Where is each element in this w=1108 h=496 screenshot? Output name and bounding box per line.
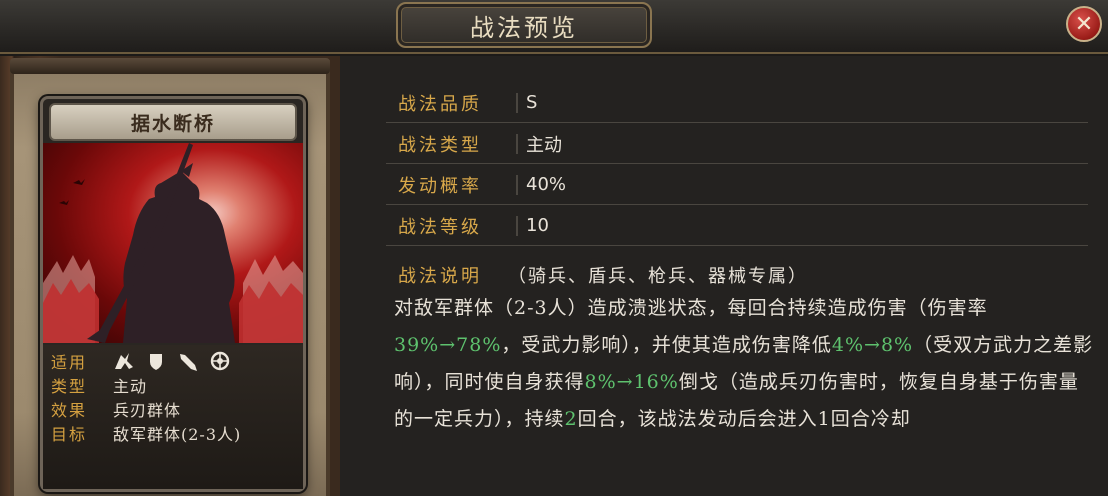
prop-row-type: 战法类型 主动 <box>386 124 1088 164</box>
description-header: 战法说明 （骑兵、盾兵、枪兵、器械专属） <box>398 262 808 288</box>
prop-row-probability: 发动概率 40% <box>386 165 1088 205</box>
card-row-label: 适用 <box>51 353 88 372</box>
description-highlight: 2 <box>564 408 578 430</box>
scroll-roll <box>10 58 330 74</box>
details-panel: 战法品质 S 战法类型 主动 发动概率 40% 战法等级 10 战法说明 （骑兵… <box>340 56 1108 496</box>
card-row-target: 目标 敌军群体(2-3人) <box>51 421 303 445</box>
card-row-applicable: 适用 <box>51 349 303 373</box>
card-row-effect: 效果 兵刃群体 <box>51 397 303 421</box>
description-tag: （骑兵、盾兵、枪兵、器械专属） <box>508 266 808 287</box>
page-title: 战法预览 <box>470 13 578 42</box>
card-row-label: 效果 <box>51 401 88 420</box>
silhouette-general-icon <box>43 143 303 343</box>
card-title-bar: 据水断桥 <box>49 103 297 141</box>
card-title: 据水断桥 <box>130 112 215 135</box>
skill-card: 据水断桥 适用 类型 主动 效果 兵刃群体 目标 敌军群体(2-3人) <box>40 96 306 492</box>
close-icon: ✕ <box>1074 11 1094 37</box>
prop-divider <box>516 92 518 113</box>
description-highlight: 4%→8% <box>831 334 914 356</box>
prop-row-quality: 战法品质 S <box>386 83 1088 123</box>
card-row-value: 主动 <box>113 377 148 396</box>
unit-icons <box>113 351 231 371</box>
left-panel: 据水断桥 适用 类型 主动 效果 兵刃群体 目标 敌军群体(2-3人) <box>0 56 340 496</box>
description-highlight: 8%→16% <box>584 371 679 393</box>
description-highlight: 39%→78% <box>394 334 502 356</box>
card-row-type: 类型 主动 <box>51 373 303 397</box>
description-body: 对敌军群体（2-3人）造成溃逃状态，每回合持续造成伤害（伤害率 39%→78%，受… <box>394 290 1094 438</box>
scroll-background: 据水断桥 适用 类型 主动 效果 兵刃群体 目标 敌军群体(2-3人) <box>10 58 330 496</box>
description-text: 对敌军群体（2-3人）造成溃逃状态，每回合持续造成伤害（伤害率 <box>394 297 988 319</box>
card-art <box>43 143 303 343</box>
card-row-value: 敌军群体(2-3人) <box>113 425 242 444</box>
description-text: ，受武力影响），并使其造成伤害降低 <box>501 334 832 356</box>
card-info: 适用 类型 主动 效果 兵刃群体 目标 敌军群体(2-3人) <box>43 345 303 489</box>
card-row-label: 目标 <box>51 425 88 444</box>
prop-divider <box>516 215 518 236</box>
prop-label: 战法品质 <box>398 93 482 115</box>
title-plate: 战法预览 <box>396 2 652 48</box>
prop-row-level: 战法等级 10 <box>386 206 1088 246</box>
siege-icon <box>210 351 230 371</box>
prop-value: 10 <box>526 215 549 236</box>
prop-divider <box>516 174 518 195</box>
prop-value: 40% <box>526 174 567 195</box>
close-button[interactable]: ✕ <box>1066 6 1102 42</box>
prop-value: 主动 <box>526 134 562 156</box>
card-row-value: 兵刃群体 <box>113 401 182 420</box>
cavalry-icon <box>115 353 133 369</box>
shield-icon <box>150 354 162 370</box>
top-bar: 战法预览 ✕ <box>0 0 1108 54</box>
prop-divider <box>516 133 518 154</box>
prop-value: S <box>526 92 538 113</box>
description-text: 回合，该战法发动后会进入1回合冷却 <box>577 408 911 430</box>
card-row-label: 类型 <box>51 377 88 396</box>
spear-icon <box>180 354 197 371</box>
prop-label: 战法等级 <box>398 216 482 238</box>
prop-label: 战法类型 <box>398 134 482 156</box>
prop-label: 发动概率 <box>398 175 482 197</box>
description-label: 战法说明 <box>398 266 482 287</box>
